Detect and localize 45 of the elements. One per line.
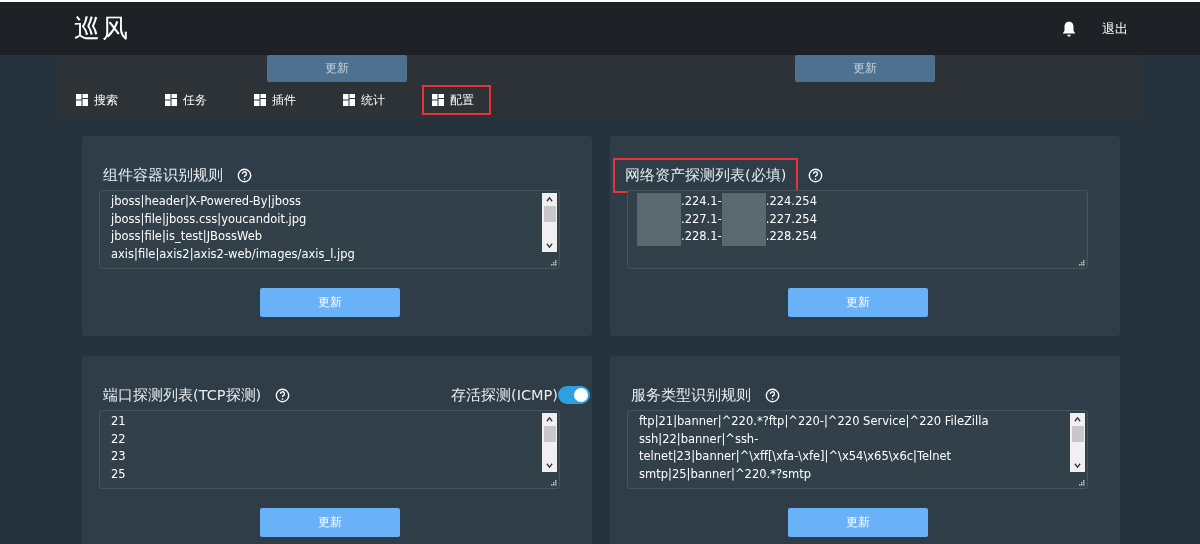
scrollbar[interactable] [1070, 413, 1085, 472]
nav-tab[interactable]: 配置 [422, 85, 491, 115]
update-button[interactable]: 更新 [795, 55, 935, 82]
chevron-up-icon[interactable] [1073, 416, 1082, 423]
nav-tab[interactable]: 统计 [333, 85, 402, 115]
nav-tab[interactable]: 任务 [155, 85, 224, 115]
scrollbar[interactable] [542, 193, 557, 252]
redaction-block [721, 193, 766, 211]
nav-tab[interactable]: 插件 [244, 85, 313, 115]
chevron-up-icon[interactable] [545, 196, 554, 203]
help-icon[interactable] [765, 387, 780, 403]
section-title: 组件容器识别规则 [102, 165, 224, 185]
redaction-block [637, 228, 681, 246]
logo-text: 巡风 [74, 12, 130, 45]
chevron-down-icon[interactable] [1073, 462, 1082, 469]
text-area[interactable]: .224.1- .224.254 .227.1- .227.254 .228.1- .228.254 [627, 190, 1088, 269]
chevron-up-icon[interactable] [545, 416, 554, 423]
redaction-block [721, 228, 766, 246]
resize-grip-icon[interactable] [1079, 260, 1085, 266]
text-area[interactable]: jboss|header|X-Powered-By|jboss jboss|file|jboss.css|youcandoit.jpg jboss|file|is_test|JBossWeb axis|file|axis2|axis2-web/images/axis_l.jpg [99, 190, 560, 269]
bell-icon[interactable] [1060, 19, 1078, 38]
section-title: 服务类型识别规则 [630, 385, 752, 405]
section-title: 端口探测列表(TCP探测) [102, 385, 263, 405]
grid-icon [254, 94, 266, 106]
help-icon[interactable] [237, 167, 252, 183]
text-area[interactable]: 21 22 23 25 [99, 410, 560, 489]
scrollbar[interactable] [542, 413, 557, 472]
chevron-down-icon[interactable] [545, 462, 554, 469]
logout-link[interactable]: 退出 [1102, 19, 1128, 38]
update-button[interactable]: 更新 [267, 55, 407, 82]
grid-icon [165, 94, 177, 106]
toggle-label: 存活探测(ICMP) [451, 385, 558, 405]
chevron-down-icon[interactable] [545, 242, 554, 249]
redaction-block [637, 193, 681, 211]
grid-icon [76, 94, 88, 106]
help-icon[interactable] [808, 167, 824, 183]
toggle-switch[interactable] [558, 386, 590, 404]
text-area[interactable]: ftp|21|banner|^220.*?ftp|^220-|^220 Service|^220 FileZilla ssh|22|banner|^ssh- telnet|23|banner|^\xff[\xfa-\xfe]|^\x54\x65\x6c|Telnet smtp|25|banner|^220.*?smtp [627, 410, 1088, 489]
resize-grip-icon[interactable] [1079, 480, 1085, 486]
nav-tab[interactable]: 搜索 [66, 85, 135, 115]
resize-grip-icon[interactable] [551, 260, 557, 266]
grid-icon [432, 94, 444, 106]
help-icon[interactable] [275, 387, 291, 403]
resize-grip-icon[interactable] [551, 480, 557, 486]
grid-icon [343, 94, 355, 106]
